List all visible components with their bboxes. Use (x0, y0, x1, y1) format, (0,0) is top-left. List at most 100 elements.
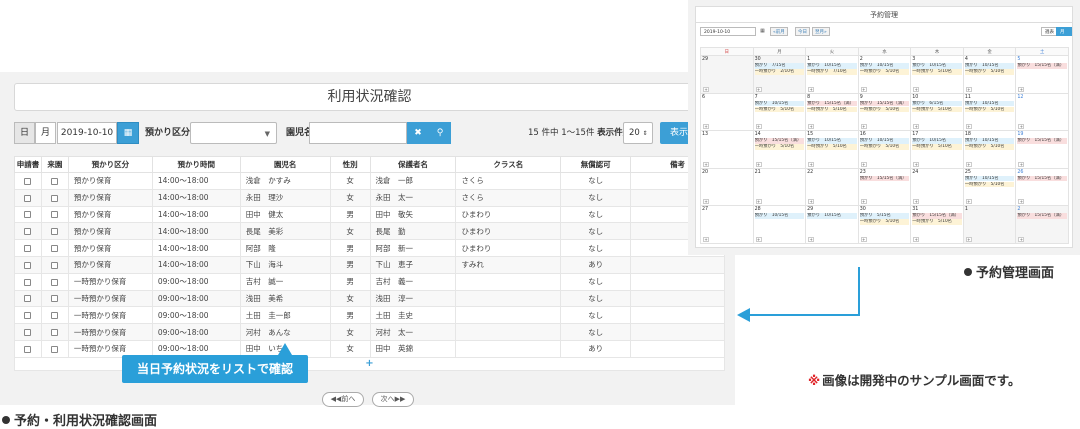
calendar-day[interactable]: 29 預かり 10/15名 + (805, 205, 859, 244)
add-reservation-icon[interactable]: + (703, 161, 709, 167)
application-checkbox[interactable] (24, 261, 32, 269)
add-row-button[interactable]: + (14, 357, 725, 371)
calendar-day[interactable]: 9 預かり 15/15名（満） 一時預かり 5/10名 + (857, 92, 912, 131)
reservation-event[interactable]: 預かり 10/15名 (754, 213, 805, 219)
calendar-day[interactable]: 25 預かり 10/15名 一時預かり 5/10名 + (962, 167, 1017, 206)
calendar-day[interactable]: 30 預かり 7/15名 一時預かり 2/10名 + (752, 55, 807, 94)
clear-icon[interactable]: ✖ (407, 122, 429, 144)
calendar-day[interactable]: 27 + (700, 205, 754, 244)
calendar-day[interactable]: 5 預かり 15/15名（満） + (1015, 55, 1069, 94)
day-view-button[interactable]: 日 (14, 122, 35, 144)
reservation-event[interactable]: 預かり 10/15名 (912, 138, 962, 144)
category-select[interactable]: ▼ (190, 122, 277, 144)
add-reservation-icon[interactable]: + (1018, 124, 1025, 129)
attendance-checkbox[interactable] (51, 245, 59, 253)
add-reservation-icon[interactable]: + (860, 124, 867, 129)
next-month-button[interactable]: 翌月» (812, 27, 830, 36)
attendance-checkbox[interactable] (51, 211, 59, 219)
attendance-checkbox[interactable] (51, 345, 59, 353)
application-checkbox[interactable] (24, 245, 32, 253)
reservation-event[interactable]: 一時預かり 5/10名 (807, 144, 857, 150)
reservation-event[interactable]: 預かり 10/15名 (859, 138, 910, 144)
reservation-event[interactable]: 一時預かり 5/10名 (964, 181, 1015, 188)
calendar-day[interactable]: 6 + (700, 92, 754, 131)
calendar-day[interactable]: 28 預かり 10/15名 + (752, 205, 807, 244)
add-reservation-icon[interactable]: + (913, 161, 920, 167)
reservation-event[interactable]: 一時預かり 5/10名 (964, 144, 1015, 150)
month-view-button[interactable]: 月表 (1056, 27, 1072, 44)
add-reservation-icon[interactable]: + (1018, 161, 1025, 167)
reservation-event[interactable]: 一時預かり 5/10名 (859, 69, 910, 75)
add-reservation-icon[interactable]: + (808, 86, 815, 92)
application-checkbox[interactable] (24, 177, 32, 185)
reservation-event[interactable]: 預かり 10/15名 (964, 63, 1015, 69)
calendar-day[interactable]: 3 預かり 10/15名 一時預かり 5/10名 + (910, 55, 964, 94)
calendar-icon[interactable]: ▦ (117, 122, 139, 144)
reservation-event[interactable]: 預かり 15/15名（満） (1017, 213, 1067, 219)
add-reservation-icon[interactable]: + (808, 161, 815, 167)
calendar-day[interactable]: 1 預かり 10/15名 一時預かり 7/10名 + (805, 55, 859, 94)
reservation-event[interactable]: 一時預かり 5/10名 (859, 219, 910, 225)
calendar-day[interactable]: 17 預かり 10/15名 一時預かり 5/10名 + (910, 130, 964, 169)
reservation-event[interactable]: 一時預かり 5/10名 (754, 106, 805, 113)
add-reservation-icon[interactable]: + (913, 199, 920, 204)
add-reservation-icon[interactable]: + (755, 236, 762, 242)
application-checkbox[interactable] (24, 228, 32, 236)
reservation-event[interactable]: 預かり 10/15名 (912, 63, 962, 69)
add-reservation-icon[interactable]: + (703, 236, 709, 242)
reservation-event[interactable]: 一時預かり 5/10名 (912, 106, 962, 113)
add-reservation-icon[interactable]: + (965, 124, 972, 129)
reservation-event[interactable]: 一時預かり 5/10名 (912, 144, 962, 150)
attendance-checkbox[interactable] (51, 194, 59, 202)
attendance-checkbox[interactable] (51, 329, 59, 337)
application-checkbox[interactable] (24, 345, 32, 353)
reservation-event[interactable]: 預かり 15/15名（満） (859, 100, 910, 107)
add-reservation-icon[interactable]: + (755, 199, 762, 204)
reservation-event[interactable]: 預かり 5/15名 (859, 213, 910, 219)
reservation-event[interactable]: 預かり 10/15名 (807, 138, 857, 144)
reservation-event[interactable]: 預かり 7/15名 (754, 63, 805, 69)
calendar-day[interactable]: 2 預かり 10/15名 一時預かり 5/10名 + (857, 55, 912, 94)
attendance-checkbox[interactable] (51, 228, 59, 236)
reservation-event[interactable]: 預かり 15/15名（満） (859, 175, 910, 182)
reservation-event[interactable]: 一時預かり 5/10名 (859, 144, 910, 150)
calendar-day[interactable]: 8 預かり 15/15名（満） 一時預かり 5/10名 + (805, 92, 859, 131)
add-reservation-icon[interactable]: + (860, 236, 867, 242)
reservation-event[interactable]: 一時預かり 5/10名 (912, 219, 962, 225)
reservation-event[interactable]: 預かり 10/15名 (754, 100, 805, 107)
calendar-day[interactable]: 1 + (962, 205, 1017, 244)
reservation-event[interactable]: 一時預かり 5/10名 (912, 69, 962, 75)
reservation-event[interactable]: 一時預かり 5/10名 (859, 106, 910, 113)
add-reservation-icon[interactable]: + (703, 124, 709, 129)
add-reservation-icon[interactable]: + (860, 161, 867, 167)
today-button[interactable]: 今日 (795, 27, 810, 36)
calendar-day[interactable]: 22 + (805, 167, 859, 206)
add-reservation-icon[interactable]: + (1018, 199, 1025, 204)
reservation-event[interactable]: 預かり 6/15名 (912, 100, 962, 107)
add-reservation-icon[interactable]: + (808, 199, 815, 204)
calendar-day[interactable]: 24 + (910, 167, 964, 206)
prev-page-button[interactable]: ◀◀前へ (322, 392, 364, 407)
date-input[interactable]: 2019-10-10 (57, 122, 117, 144)
calendar-day[interactable]: 11 預かり 10/15名 一時預かり 5/10名 + (962, 92, 1017, 131)
calendar-day[interactable]: 29 + (700, 55, 754, 94)
add-reservation-icon[interactable]: + (755, 161, 762, 167)
add-reservation-icon[interactable]: + (860, 86, 867, 92)
add-reservation-icon[interactable]: + (755, 124, 762, 129)
reservation-event[interactable]: 一時預かり 7/10名 (807, 69, 857, 75)
per-page-select[interactable]: 20 ⇕ (623, 122, 653, 144)
prev-month-button[interactable]: «前月 (770, 27, 788, 36)
month-view-button[interactable]: 月 (35, 122, 56, 144)
add-reservation-icon[interactable]: + (913, 236, 920, 242)
add-reservation-icon[interactable]: + (860, 199, 867, 204)
calendar-day[interactable]: 13 + (700, 130, 754, 169)
calendar-day[interactable]: 26 預かり 15/15名（満） + (1015, 167, 1069, 206)
reservation-event[interactable]: 預かり 15/15名（満） (807, 100, 857, 107)
calendar-day[interactable]: 31 預かり 15/15名（満） 一時預かり 5/10名 + (910, 205, 964, 244)
calendar-day[interactable]: 14 預かり 15/15名（満） 一時預かり 5/10名 + (752, 130, 807, 169)
add-reservation-icon[interactable]: + (755, 86, 762, 92)
calendar-day[interactable]: 30 預かり 5/15名 一時預かり 5/10名 + (857, 205, 912, 244)
application-checkbox[interactable] (24, 329, 32, 337)
add-reservation-icon[interactable]: + (1018, 86, 1025, 92)
attendance-checkbox[interactable] (51, 278, 59, 286)
